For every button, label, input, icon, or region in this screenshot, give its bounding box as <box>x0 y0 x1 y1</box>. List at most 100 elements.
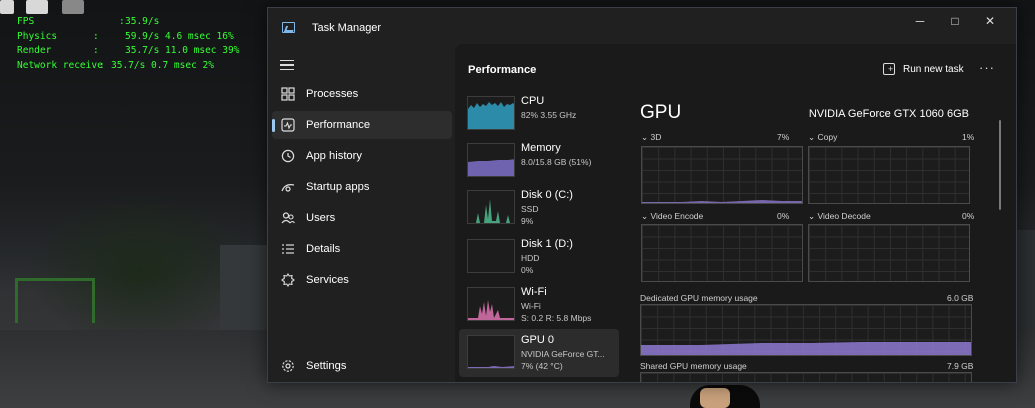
task-manager-icon <box>282 22 295 33</box>
close-button[interactable]: ✕ <box>974 8 1006 34</box>
scrollbar[interactable] <box>999 120 1001 210</box>
resource-list: CPU 82% 3.55 GHz Memory 8.0/15.8 GB (51%… <box>455 90 623 382</box>
resource-item-memory[interactable]: Memory 8.0/15.8 GB (51%) <box>459 137 619 185</box>
shared-memory-label: Shared GPU memory usage <box>640 361 747 371</box>
wifi-thumbnail-graph <box>467 287 515 321</box>
game-toolbar-icon[interactable] <box>0 0 14 14</box>
sidebar-item-label: Details <box>306 243 341 255</box>
hamburger-menu-icon[interactable] <box>280 60 294 70</box>
resource-item-disk-0[interactable]: Disk 0 (C:) SSD 9% <box>459 184 619 232</box>
cpu-thumbnail-graph <box>467 96 515 130</box>
engine-value: 1% <box>962 132 975 142</box>
sidebar-item-settings[interactable]: Settings <box>272 352 452 380</box>
graph-dedicated-memory <box>640 304 972 356</box>
chat-icon[interactable] <box>26 0 48 14</box>
graph-shared-memory <box>640 372 972 382</box>
dedicated-memory-label: Dedicated GPU memory usage <box>640 293 758 303</box>
resource-name: Memory <box>521 142 561 154</box>
engine-value: 0% <box>962 211 975 221</box>
stat-row: Render: 35.7/s 11.0 msec 39% <box>17 44 239 59</box>
run-new-task-button[interactable]: Run new task <box>883 56 964 82</box>
processes-icon <box>280 86 296 102</box>
engine-label: Copy <box>817 132 838 142</box>
performance-icon <box>280 117 296 133</box>
engine-value: 0% <box>777 211 790 221</box>
title-bar[interactable]: Task Manager ─ □ ✕ <box>268 8 1016 46</box>
engine-selector-video-encode[interactable]: ⌄ Video Encode <box>641 211 703 222</box>
resource-item-gpu-0[interactable]: GPU 0 NVIDIA GeForce GT... 7% (42 °C) <box>459 329 619 377</box>
engine-selector-3d[interactable]: ⌄ 3D <box>641 132 661 143</box>
gpu-thumbnail-graph <box>467 335 515 369</box>
sidebar-item-performance[interactable]: Performance <box>272 111 452 139</box>
gpu-model: NVIDIA GeForce GTX 1060 6GB <box>808 108 969 120</box>
performance-stats-overlay: FPS:35.9/s Physics:59.9/s 4.6 msec 16% R… <box>17 15 239 73</box>
game-menu-icon[interactable] <box>62 0 84 14</box>
sidebar-item-startup-apps[interactable]: Startup apps <box>272 173 452 201</box>
sidebar-item-services[interactable]: Services <box>272 266 452 294</box>
disk-1-thumbnail-graph <box>467 239 515 273</box>
sidebar-item-label: Services <box>306 274 349 286</box>
stat-row: FPS:35.9/s <box>17 15 239 30</box>
resource-detail: 82% 3.55 GHz <box>521 110 577 120</box>
stat-value: 35.9/s <box>125 16 160 27</box>
stat-label: Network receive <box>17 59 103 71</box>
stat-label: Physics <box>17 30 58 42</box>
stat-label: FPS <box>17 16 35 27</box>
game-building <box>220 245 270 330</box>
stat-row: Network receive:35.7/s 0.7 msec 2% <box>17 59 239 74</box>
stat-label: Render <box>17 45 52 56</box>
game-character-hand <box>700 388 730 408</box>
resource-name: Disk 1 (D:) <box>521 238 573 250</box>
sidebar-item-label: App history <box>306 150 362 162</box>
startup-apps-icon <box>280 179 296 195</box>
engine-value: 7% <box>777 132 790 142</box>
resource-detail: 7% (42 °C) <box>521 361 563 371</box>
task-manager-window: Task Manager ─ □ ✕ Processes Performance… <box>267 7 1017 383</box>
stat-separator: : <box>99 59 105 71</box>
resource-detail: 0% <box>521 265 534 275</box>
resource-item-disk-1[interactable]: Disk 1 (D:) HDD 0% <box>459 233 619 281</box>
resource-detail: HDD <box>521 253 540 263</box>
resource-detail: S: 0.2 R: 5.8 Mbps <box>521 313 592 323</box>
resource-detail: SSD <box>521 204 539 214</box>
engine-label: Video Decode <box>817 211 871 221</box>
resource-name: Disk 0 (C:) <box>521 189 573 201</box>
engine-selector-video-decode[interactable]: ⌄ Video Decode <box>808 211 871 222</box>
memory-thumbnail-graph <box>467 143 515 177</box>
engine-selector-copy[interactable]: ⌄ Copy <box>808 132 837 143</box>
resource-detail: Wi-Fi <box>521 301 541 311</box>
sidebar-item-label: Startup apps <box>306 181 370 193</box>
more-options-button[interactable]: ··· <box>979 60 995 75</box>
stat-separator: : <box>93 30 99 42</box>
minimize-button[interactable]: ─ <box>904 8 936 34</box>
game-bus-stop <box>15 278 95 323</box>
resource-item-cpu[interactable]: CPU 82% 3.55 GHz <box>459 90 619 138</box>
sidebar-item-details[interactable]: Details <box>272 235 452 263</box>
resource-name: GPU 0 <box>521 334 555 346</box>
maximize-button[interactable]: □ <box>939 8 971 34</box>
stat-value: 35.7/s 0.7 msec 2% <box>111 59 214 71</box>
gpu-title: GPU <box>640 102 682 123</box>
sidebar-item-users[interactable]: Users <box>272 204 452 232</box>
resource-detail: 8.0/15.8 GB (51%) <box>521 157 592 167</box>
users-icon <box>280 210 296 226</box>
gear-icon <box>280 358 296 374</box>
engine-label: 3D <box>650 132 662 142</box>
gpu-detail-panel: GPU NVIDIA GeForce GTX 1060 6GB ⌄ 3D 7% … <box>627 90 1016 382</box>
dedicated-memory-value: 6.0 GB <box>947 293 974 303</box>
app-history-icon <box>280 148 296 164</box>
page-title: Performance <box>468 64 537 76</box>
sidebar-item-processes[interactable]: Processes <box>272 80 452 108</box>
stat-value: 35.7/s 11.0 msec 39% <box>125 45 240 56</box>
sidebar: Processes Performance App history Startu… <box>268 46 454 382</box>
engine-label: Video Encode <box>650 211 704 221</box>
resource-detail: 9% <box>521 216 534 226</box>
sidebar-item-label: Performance <box>306 119 371 131</box>
sidebar-item-app-history[interactable]: App history <box>272 142 452 170</box>
details-icon <box>280 241 296 257</box>
disk-0-thumbnail-graph <box>467 190 515 224</box>
resource-detail: NVIDIA GeForce GT... <box>521 349 605 359</box>
main-panel: Performance Run new task ··· CPU 82% 3.5… <box>455 44 1016 382</box>
sidebar-item-label: Users <box>306 212 336 224</box>
resource-item-wifi[interactable]: Wi-Fi Wi-Fi S: 0.2 R: 5.8 Mbps <box>459 281 619 329</box>
